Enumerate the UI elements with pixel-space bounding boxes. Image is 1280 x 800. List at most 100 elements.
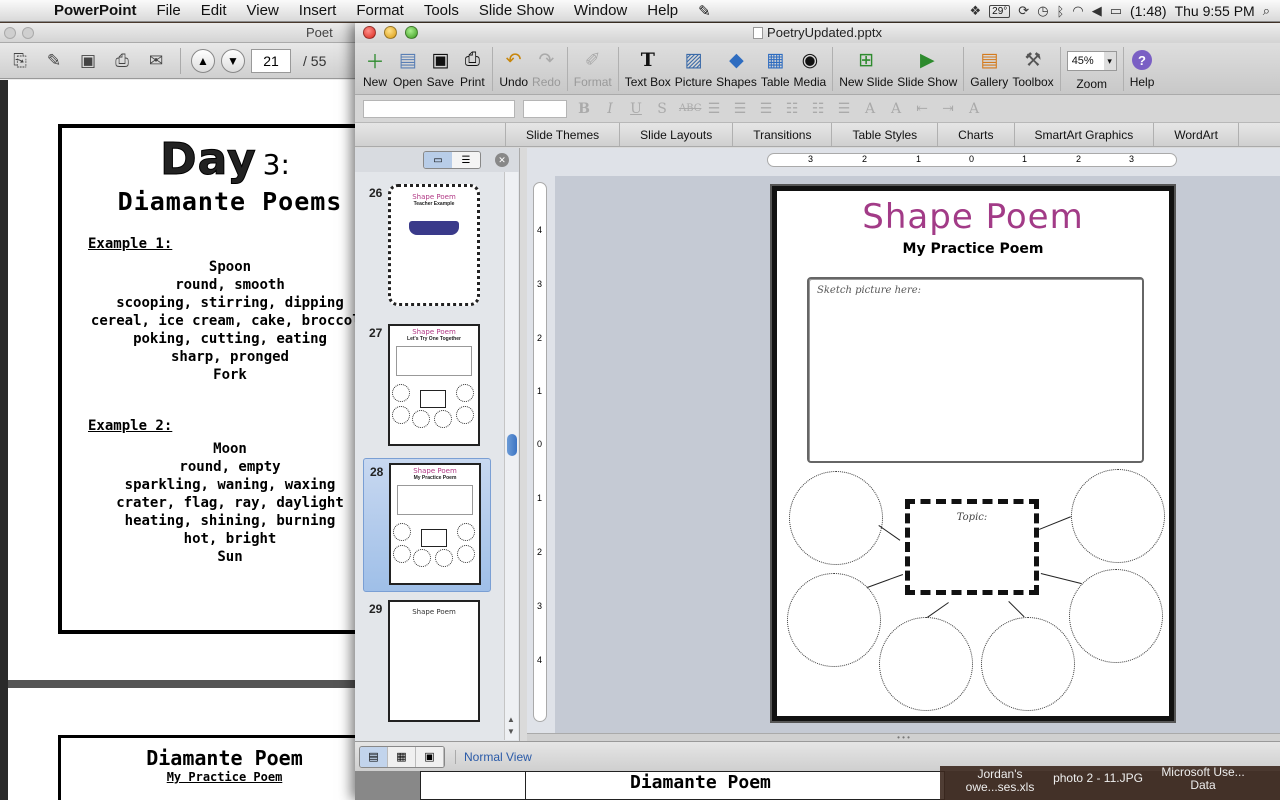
font-name-select[interactable] bbox=[363, 99, 515, 118]
current-slide[interactable]: Shape Poem My Practice Poem Sketch pictu… bbox=[772, 186, 1174, 721]
scrollbar-thumb[interactable] bbox=[507, 434, 517, 456]
pdf-close-button[interactable] bbox=[4, 27, 16, 39]
gallery-button[interactable]: ▤ Gallery bbox=[968, 43, 1010, 90]
picture-button[interactable]: ▨ Picture bbox=[673, 43, 714, 90]
volume-icon[interactable]: ◀ bbox=[1092, 3, 1102, 19]
weather-temp[interactable]: 29° bbox=[989, 4, 1011, 18]
tab-transitions[interactable]: Transitions bbox=[732, 123, 831, 146]
help-button[interactable]: ? Help bbox=[1128, 43, 1157, 89]
slide-show-button[interactable]: ▶ Slide Show bbox=[895, 43, 959, 90]
scroll-up-arrow-icon[interactable]: ▲ bbox=[507, 715, 515, 724]
tab-slide-themes[interactable]: Slide Themes bbox=[505, 123, 619, 146]
shadow-button[interactable]: S bbox=[653, 101, 671, 117]
decrease-font-icon[interactable]: A bbox=[861, 101, 879, 117]
previous-page-button[interactable]: ▲ bbox=[191, 48, 215, 73]
pdf-document[interactable]: Day 3: Diamante Poems Example 1: Spoon ro… bbox=[0, 80, 380, 800]
battery-icon[interactable]: ▭ bbox=[1110, 3, 1122, 19]
circle-shape[interactable] bbox=[879, 617, 973, 711]
circle-shape[interactable] bbox=[1069, 569, 1163, 663]
normal-view-button[interactable]: ▤ bbox=[360, 746, 388, 767]
annotate-icon[interactable]: ✎ bbox=[40, 49, 68, 73]
underline-button[interactable]: U bbox=[627, 101, 645, 117]
vertical-ruler[interactable]: 4 3 2 1 0 1 2 3 4 bbox=[533, 182, 547, 722]
media-button[interactable]: ◉ Media bbox=[792, 43, 829, 90]
menu-slide-show[interactable]: Slide Show bbox=[469, 2, 564, 19]
pdf-minimize-button[interactable] bbox=[22, 27, 34, 39]
format-painter-button[interactable]: ✐ Format bbox=[572, 43, 614, 90]
numbering-icon[interactable]: ☷ bbox=[809, 101, 827, 117]
next-page-button[interactable]: ▼ bbox=[221, 48, 245, 73]
connector-line[interactable] bbox=[1040, 573, 1082, 585]
slides-view-button[interactable]: ▭ bbox=[424, 152, 452, 168]
zoom-select[interactable]: 45% bbox=[1066, 51, 1117, 71]
font-color-icon[interactable]: A bbox=[965, 101, 983, 117]
time-machine-icon[interactable]: ◷ bbox=[1037, 3, 1048, 19]
tab-wordart[interactable]: WordArt bbox=[1153, 123, 1239, 146]
new-slide-button[interactable]: ⊞ New Slide bbox=[837, 43, 895, 90]
notes-splitter[interactable]: • • • bbox=[527, 733, 1280, 742]
increase-indent-icon[interactable]: ⇥ bbox=[939, 101, 957, 117]
menu-app[interactable]: PowerPoint bbox=[40, 2, 147, 19]
slide-subtitle[interactable]: My Practice Poem bbox=[777, 241, 1169, 257]
tab-table-styles[interactable]: Table Styles bbox=[831, 123, 937, 146]
sketch-box[interactable]: Sketch picture here: bbox=[807, 277, 1144, 463]
page-number-input[interactable]: 21 bbox=[251, 48, 291, 73]
zoom-control[interactable]: 45% Zoom bbox=[1065, 43, 1119, 91]
circle-shape[interactable] bbox=[1071, 469, 1165, 563]
wifi-icon[interactable]: ◠ bbox=[1072, 3, 1083, 19]
sync-icon[interactable]: ⟳ bbox=[1018, 3, 1029, 19]
slide-show-view-button[interactable]: ▣ bbox=[416, 746, 444, 767]
menu-view[interactable]: View bbox=[237, 2, 289, 19]
connector-line[interactable] bbox=[867, 574, 904, 588]
desktop-file[interactable]: Jordan's owe...ses.xls bbox=[960, 768, 1040, 794]
circle-shape[interactable] bbox=[981, 617, 1075, 711]
text-box-button[interactable]: T Text Box bbox=[623, 43, 673, 89]
font-size-select[interactable] bbox=[523, 99, 567, 118]
horizontal-ruler[interactable]: 3 2 1 0 1 2 3 bbox=[767, 153, 1177, 167]
thumbnail-scrollbar[interactable]: ▲ ▼ bbox=[504, 172, 518, 740]
zoom-window-button[interactable] bbox=[405, 26, 418, 39]
italic-button[interactable]: I bbox=[601, 101, 619, 117]
email-icon[interactable]: ✉ bbox=[142, 49, 170, 73]
circle-shape[interactable] bbox=[789, 471, 883, 565]
open-button[interactable]: ▤ Open bbox=[391, 43, 424, 90]
desktop-file[interactable]: photo 2 - 11.JPG bbox=[1048, 772, 1148, 785]
menu-insert[interactable]: Insert bbox=[289, 2, 347, 19]
line-spacing-icon[interactable]: ☰ bbox=[835, 101, 853, 117]
menu-file[interactable]: File bbox=[147, 2, 191, 19]
menu-edit[interactable]: Edit bbox=[191, 2, 237, 19]
clock[interactable]: Thu 9:55 PM bbox=[1175, 3, 1255, 19]
desktop-file[interactable]: Microsoft Use... Data bbox=[1158, 766, 1248, 792]
menu-help[interactable]: Help bbox=[637, 2, 688, 19]
script-menu-icon[interactable]: ✎ bbox=[688, 2, 721, 20]
undo-button[interactable]: ↶ Undo bbox=[497, 43, 530, 90]
slide-thumbnail-28-selected[interactable]: 28 Shape Poem My Practice Poem bbox=[363, 458, 491, 592]
battery-time[interactable]: (1:48) bbox=[1130, 3, 1167, 19]
menu-window[interactable]: Window bbox=[564, 2, 637, 19]
connector-line[interactable] bbox=[878, 525, 901, 541]
tab-smartart-graphics[interactable]: SmartArt Graphics bbox=[1013, 123, 1154, 146]
tab-slide-layouts[interactable]: Slide Layouts bbox=[619, 123, 732, 146]
increase-font-icon[interactable]: A bbox=[887, 101, 905, 117]
decrease-indent-icon[interactable]: ⇤ bbox=[913, 101, 931, 117]
bullets-icon[interactable]: ☷ bbox=[783, 101, 801, 117]
topic-box[interactable]: Topic: bbox=[905, 499, 1039, 595]
slide-sorter-view-button[interactable]: ▦ bbox=[388, 746, 416, 767]
spotlight-search-icon[interactable]: ⌕ bbox=[1263, 3, 1270, 19]
save-icon[interactable]: ▣ bbox=[74, 49, 102, 73]
close-pane-button[interactable]: ✕ bbox=[495, 153, 509, 167]
close-window-button[interactable] bbox=[363, 26, 376, 39]
connector-line[interactable] bbox=[1008, 601, 1025, 618]
toolbox-button[interactable]: ⚒ Toolbox bbox=[1010, 43, 1055, 90]
strikethrough-button[interactable]: ABC bbox=[679, 103, 701, 114]
sidebar-toggle-icon[interactable]: ⎘ bbox=[6, 49, 34, 73]
align-center-icon[interactable]: ☰ bbox=[731, 101, 749, 117]
dropbox-icon[interactable]: ❖ bbox=[970, 3, 982, 19]
tab-charts[interactable]: Charts bbox=[937, 123, 1013, 146]
menu-format[interactable]: Format bbox=[346, 2, 414, 19]
align-left-icon[interactable]: ☰ bbox=[705, 101, 723, 117]
bluetooth-icon[interactable]: ᛒ bbox=[1057, 4, 1065, 19]
print-icon[interactable]: ⎙ bbox=[108, 49, 136, 73]
bold-button[interactable]: B bbox=[575, 101, 593, 117]
save-button[interactable]: ▣ Save bbox=[424, 43, 456, 90]
